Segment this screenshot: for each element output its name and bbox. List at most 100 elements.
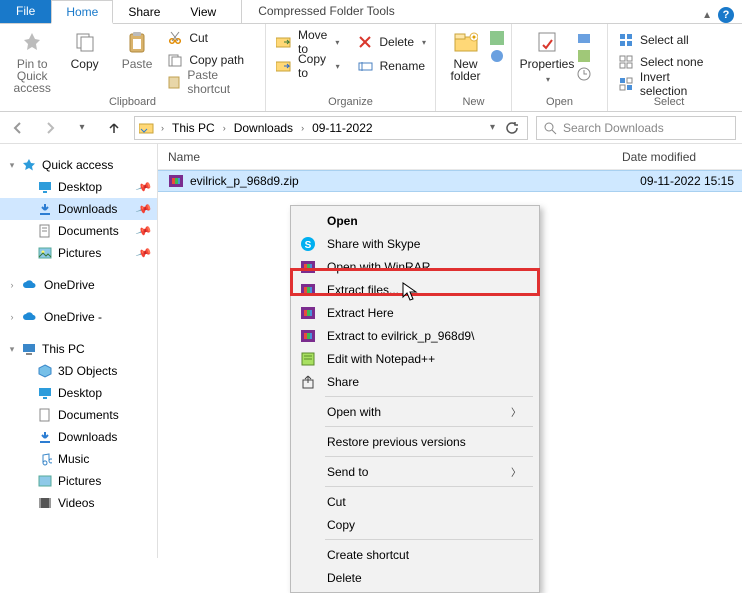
refresh-button[interactable] [505, 121, 519, 135]
notepadpp-icon [299, 350, 317, 368]
copy-path-button[interactable]: Copy path [163, 50, 259, 70]
properties-button[interactable]: Properties▾ [518, 26, 576, 86]
nav-desktop2[interactable]: Desktop [0, 382, 157, 404]
help-icon[interactable]: ? [718, 7, 734, 23]
tab-home[interactable]: Home [51, 0, 113, 24]
nav-up-button[interactable] [102, 116, 126, 140]
pin-to-quick-access-button[interactable]: Pin to Quick access [6, 26, 58, 94]
select-none-icon [618, 54, 634, 70]
ctx-cut[interactable]: Cut [293, 490, 537, 513]
column-date[interactable]: Date modified [622, 150, 742, 164]
ctx-open-with[interactable]: Open with〉 [293, 400, 537, 423]
folder-icon [139, 120, 155, 136]
nav-onedrive[interactable]: › OneDrive [0, 274, 157, 296]
nav-quick-access[interactable]: ▾ Quick access [0, 154, 157, 176]
rename-button[interactable]: Rename [354, 56, 429, 76]
nav-documents2[interactable]: Documents [0, 404, 157, 426]
ctx-restore-previous[interactable]: Restore previous versions [293, 430, 537, 453]
cloud-icon [22, 311, 38, 323]
column-header-row[interactable]: Name Date modified [158, 144, 742, 170]
winrar-zip-icon [168, 173, 184, 189]
address-bar[interactable]: › This PC › Downloads › 09-11-2022 ▾ [134, 116, 528, 140]
documents-icon [38, 224, 52, 238]
nav-back-button[interactable] [6, 116, 30, 140]
svg-text:✦: ✦ [470, 33, 477, 42]
download-icon [38, 202, 52, 216]
crumb-date[interactable]: 09-11-2022 [310, 121, 375, 135]
desktop-icon [38, 386, 52, 400]
rename-icon [358, 58, 374, 74]
cube-icon [38, 364, 52, 378]
nav-this-pc[interactable]: ▾ This PC [0, 338, 157, 360]
group-organize-label: Organize [272, 94, 429, 111]
ctx-copy[interactable]: Copy [293, 513, 537, 536]
scissors-icon [167, 30, 183, 46]
delete-button[interactable]: Delete▾ [353, 32, 430, 52]
nav-forward-button[interactable] [38, 116, 62, 140]
group-open-label: Open [518, 94, 601, 111]
winrar-icon [299, 327, 317, 345]
cloud-icon [22, 279, 38, 291]
ctx-share-skype[interactable]: S Share with Skype [293, 232, 537, 255]
crumb-downloads[interactable]: Downloads [232, 121, 295, 135]
move-to-button[interactable]: Move to▾ [272, 32, 343, 52]
file-name: evilrick_p_968d9.zip [190, 174, 299, 188]
address-history-icon[interactable]: ▾ [490, 122, 495, 133]
music-icon [38, 452, 52, 466]
ctx-edit-notepadpp[interactable]: Edit with Notepad++ [293, 347, 537, 370]
context-menu: Open S Share with Skype Open with WinRAR… [290, 205, 540, 593]
history-icon[interactable] [576, 66, 592, 82]
paste-shortcut-button[interactable]: Paste shortcut [163, 72, 259, 92]
ctx-open-winrar[interactable]: Open with WinRAR [293, 255, 537, 278]
nav-pictures[interactable]: Pictures📌 [0, 242, 157, 264]
ctx-open[interactable]: Open [293, 209, 537, 232]
column-name[interactable]: Name [158, 150, 622, 164]
folder-copy-icon [276, 58, 292, 74]
tab-compressed-tools[interactable]: Compressed Folder Tools [241, 0, 411, 23]
ctx-send-to[interactable]: Send to〉 [293, 460, 537, 483]
file-date: 09-11-2022 15:15 [622, 174, 742, 188]
tab-share[interactable]: Share [113, 0, 175, 23]
ctx-create-shortcut[interactable]: Create shortcut [293, 543, 537, 566]
svg-text:S: S [305, 240, 312, 251]
nav-documents[interactable]: Documents📌 [0, 220, 157, 242]
ctx-delete[interactable]: Delete [293, 566, 537, 589]
nav-downloads[interactable]: Downloads📌 [0, 198, 157, 220]
collapse-ribbon-icon[interactable]: ▲ [702, 10, 712, 21]
ctx-extract-here[interactable]: Extract Here [293, 301, 537, 324]
easy-access-icon[interactable] [489, 48, 505, 64]
copy-button[interactable]: Copy [58, 26, 110, 70]
copy-to-button[interactable]: Copy to▾ [272, 56, 344, 76]
paste-button[interactable]: Paste [111, 26, 163, 70]
ctx-extract-files[interactable]: Extract files... [293, 278, 537, 301]
tab-file[interactable]: File [0, 0, 51, 23]
new-item-icon[interactable] [489, 30, 505, 46]
nav-pictures2[interactable]: Pictures [0, 470, 157, 492]
invert-selection-button[interactable]: Invert selection [614, 74, 724, 94]
recent-locations-button[interactable]: ▾ [70, 116, 94, 140]
folder-move-icon [276, 34, 292, 50]
navigation-pane[interactable]: ▾ Quick access Desktop📌 Downloads📌 Docum… [0, 144, 158, 558]
cut-button[interactable]: Cut [163, 28, 259, 48]
tab-view[interactable]: View [175, 0, 231, 23]
file-row-selected[interactable]: evilrick_p_968d9.zip 09-11-2022 15:15 [158, 170, 742, 192]
search-input[interactable]: Search Downloads [536, 116, 736, 140]
nav-downloads2[interactable]: Downloads [0, 426, 157, 448]
ctx-extract-to[interactable]: Extract to evilrick_p_968d9\ [293, 324, 537, 347]
new-folder-button[interactable]: ✦ New folder [442, 26, 489, 82]
properties-icon [535, 30, 559, 54]
download-icon [38, 430, 52, 444]
group-new-label: New [442, 94, 505, 111]
select-all-button[interactable]: Select all [614, 30, 724, 50]
edit-icon[interactable] [576, 48, 592, 64]
nav-videos[interactable]: Videos [0, 492, 157, 514]
open-icon[interactable] [576, 30, 592, 46]
pictures-icon [38, 246, 52, 260]
nav-desktop[interactable]: Desktop📌 [0, 176, 157, 198]
nav-music[interactable]: Music [0, 448, 157, 470]
nav-3d-objects[interactable]: 3D Objects [0, 360, 157, 382]
nav-onedrive2[interactable]: › OneDrive - [0, 306, 157, 328]
crumb-this-pc[interactable]: This PC [170, 121, 217, 135]
ctx-share[interactable]: Share [293, 370, 537, 393]
select-none-button[interactable]: Select none [614, 52, 724, 72]
